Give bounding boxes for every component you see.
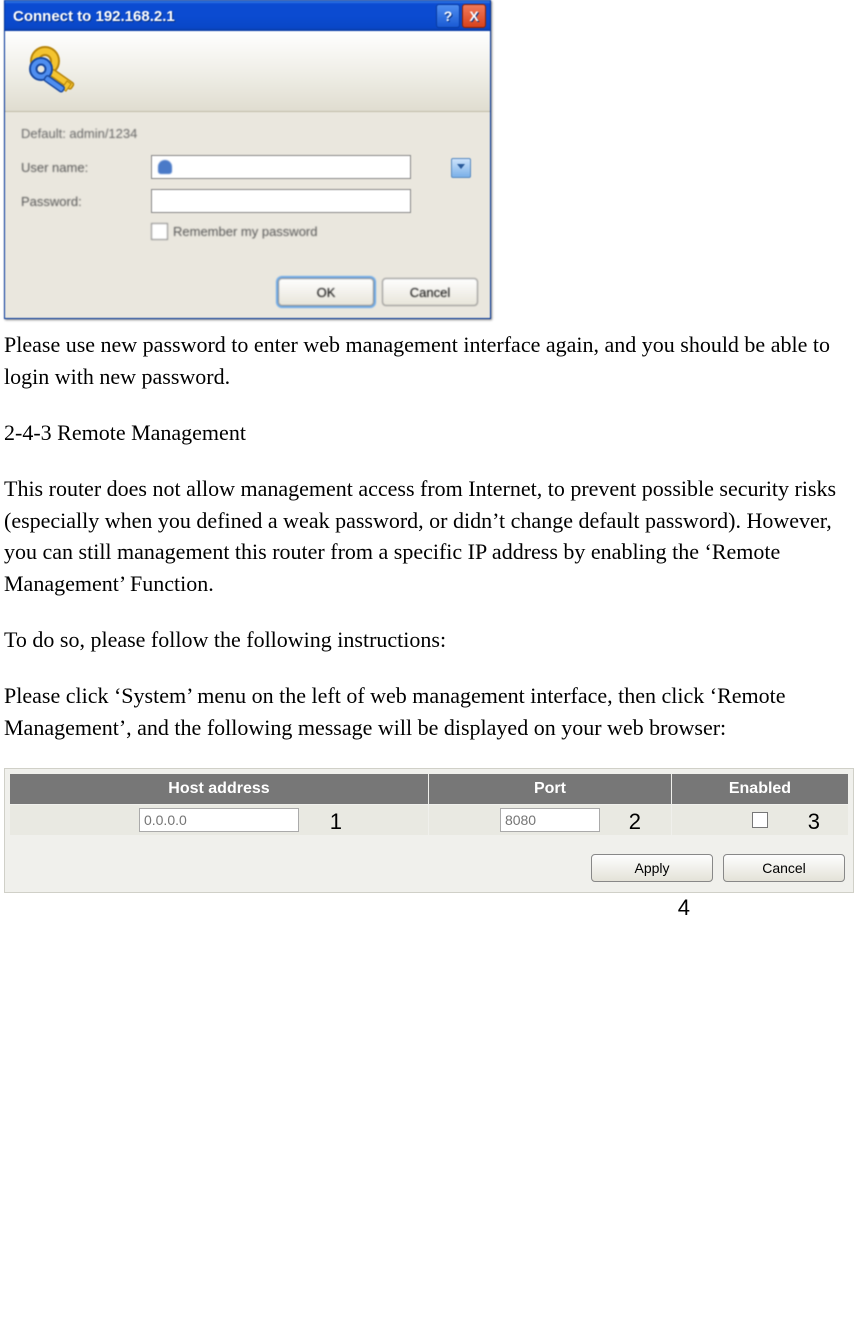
remote-management-table: Host address Port Enabled 1 2 3	[9, 773, 849, 836]
callout-3: 3	[808, 809, 820, 835]
callout-1: 1	[330, 809, 342, 835]
remote-management-panel: Host address Port Enabled 1 2 3	[4, 768, 854, 893]
apply-button[interactable]: Apply	[591, 854, 713, 882]
remember-checkbox[interactable]	[151, 223, 168, 240]
dialog-titlebar[interactable]: Connect to 192.168.2.1 ? X	[5, 1, 490, 31]
dialog-title: Connect to 192.168.2.1	[13, 8, 434, 25]
dialog-body: Default: admin/1234 User name: Password:…	[5, 112, 490, 254]
col-header-port: Port	[428, 773, 671, 804]
document-body: Please use new password to enter web man…	[4, 329, 860, 744]
keys-icon	[23, 39, 87, 103]
person-icon	[158, 160, 172, 174]
username-label: User name:	[21, 160, 151, 175]
table-row: 1 2 3	[10, 804, 849, 835]
paragraph-description: This router does not allow management ac…	[4, 473, 860, 601]
callout-2: 2	[629, 809, 641, 835]
col-header-host: Host address	[10, 773, 429, 804]
username-input[interactable]	[151, 155, 474, 179]
callout-4: 4	[4, 893, 860, 921]
cancel-button-panel[interactable]: Cancel	[723, 854, 845, 882]
chevron-down-icon	[457, 164, 465, 169]
remember-label: Remember my password	[173, 224, 318, 239]
port-input[interactable]	[500, 808, 600, 832]
enabled-checkbox[interactable]	[752, 812, 768, 828]
cancel-button[interactable]: Cancel	[382, 278, 478, 306]
password-input[interactable]	[151, 189, 411, 213]
host-address-input[interactable]	[139, 808, 299, 832]
section-heading: 2-4-3 Remote Management	[4, 417, 860, 449]
ok-button[interactable]: OK	[278, 278, 374, 306]
help-button[interactable]: ?	[436, 4, 460, 28]
close-button[interactable]: X	[462, 4, 486, 28]
password-label: Password:	[21, 194, 151, 209]
paragraph-instruction-lead: To do so, please follow the following in…	[4, 624, 860, 656]
default-credentials-text: Default: admin/1234	[21, 126, 474, 141]
col-header-enabled: Enabled	[671, 773, 848, 804]
dialog-banner	[5, 31, 490, 112]
login-dialog: Connect to 192.168.2.1 ? X Default: admi…	[4, 0, 491, 319]
paragraph-instruction: Please click ‘System’ menu on the left o…	[4, 680, 860, 744]
paragraph-intro: Please use new password to enter web man…	[4, 329, 860, 393]
